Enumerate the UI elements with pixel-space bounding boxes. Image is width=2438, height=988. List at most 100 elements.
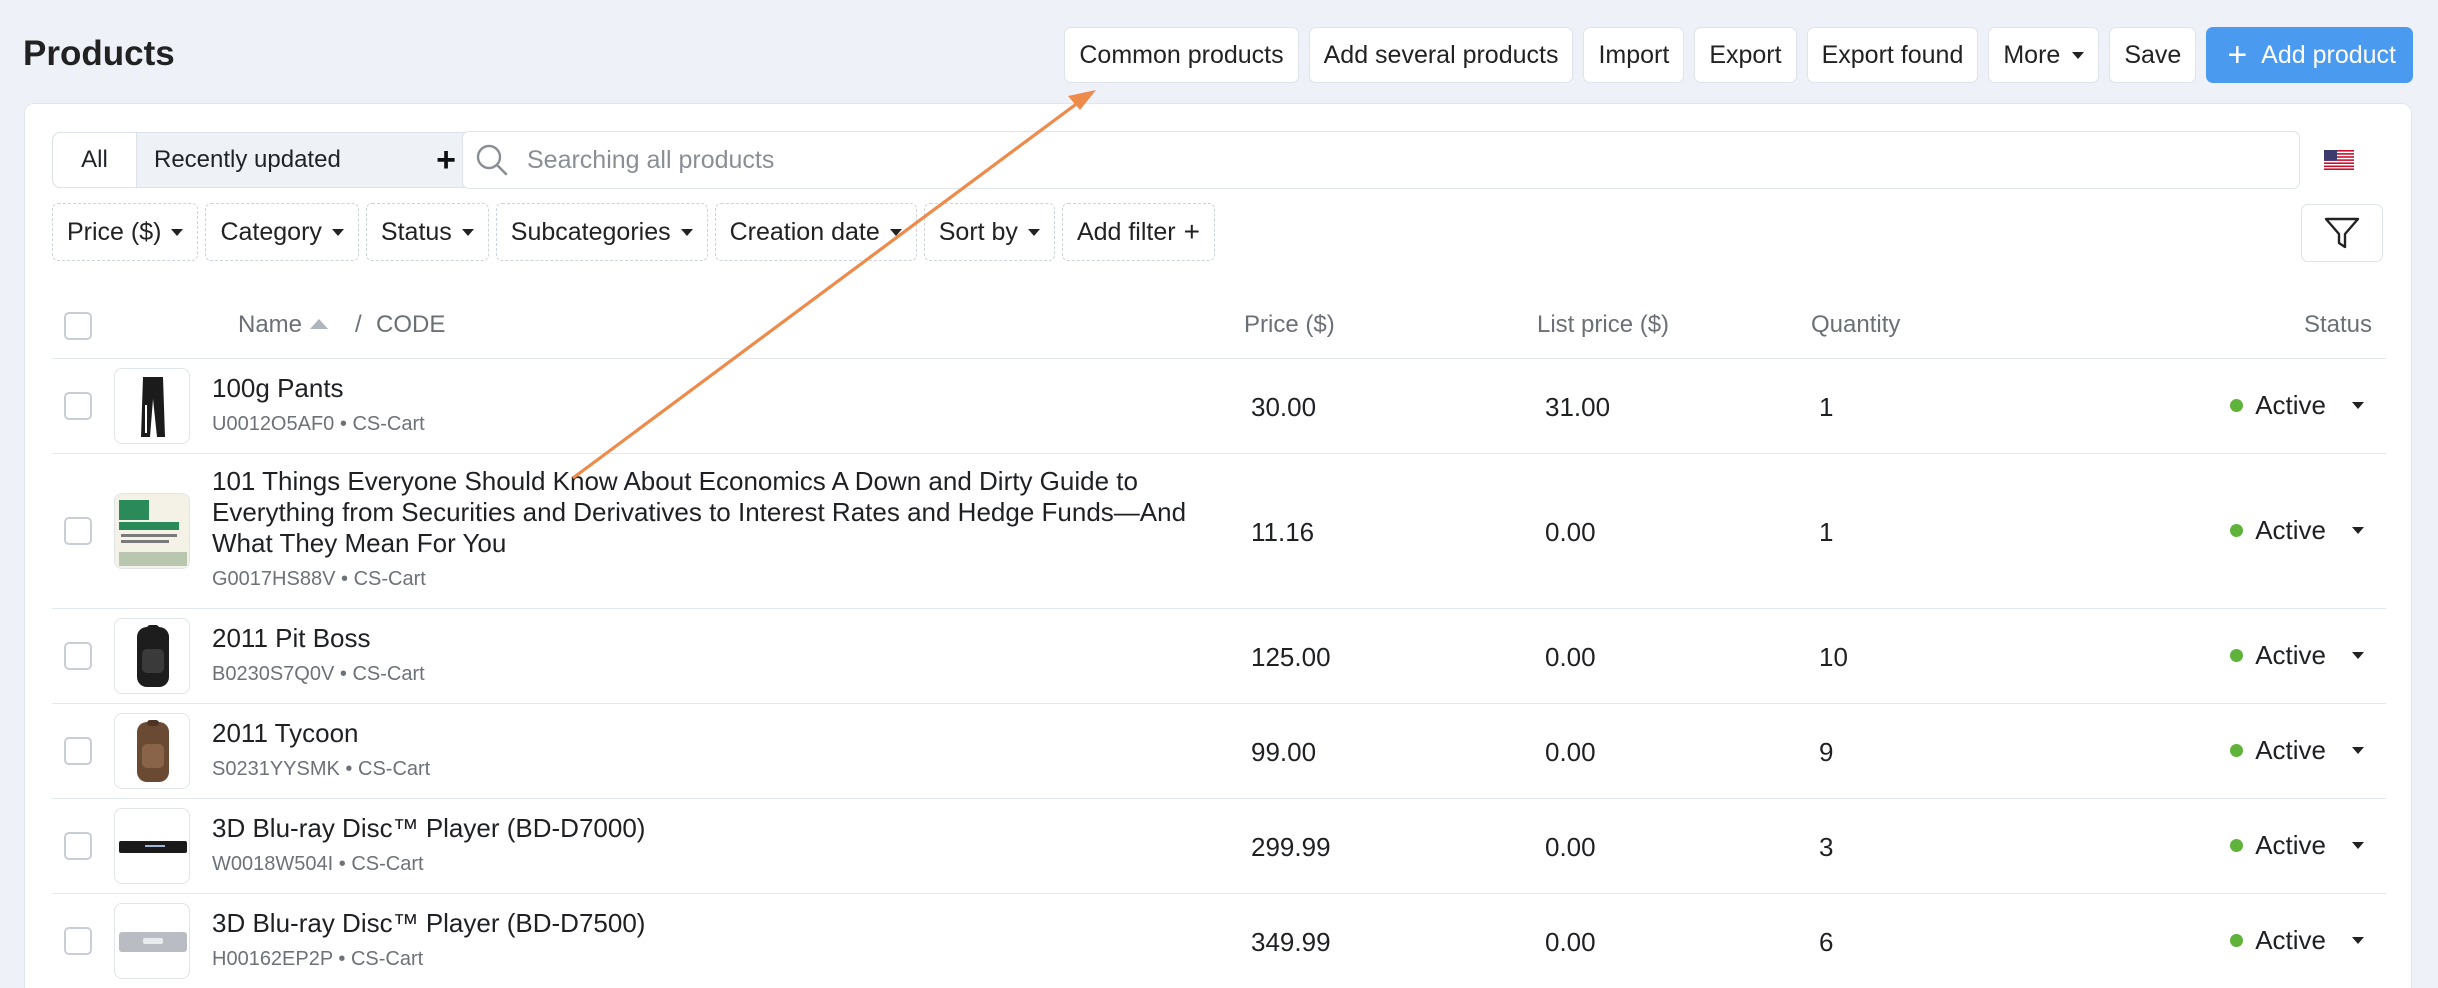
header-slash: / (355, 311, 362, 338)
sort-ascending-icon (310, 318, 329, 329)
product-list-price[interactable]: 0.00 (1545, 927, 1596, 958)
status-dropdown[interactable]: Active (2230, 735, 2364, 766)
caret-down-icon (2352, 937, 2364, 944)
code-column-header[interactable]: CODE (376, 311, 445, 339)
filter-status[interactable]: Status (365, 203, 489, 261)
filter-creation-date[interactable]: Creation date (714, 203, 917, 261)
more-dropdown-button[interactable]: More (1988, 27, 2100, 83)
page-title: Products (23, 34, 175, 73)
meta-separator: • (345, 758, 353, 780)
product-price[interactable]: 125.00 (1251, 642, 1331, 673)
product-thumbnail[interactable] (114, 618, 190, 694)
caret-down-icon (889, 228, 902, 236)
search-input[interactable] (527, 145, 2227, 175)
backpack-image (137, 625, 169, 687)
caret-down-icon (331, 228, 344, 236)
filter-category[interactable]: Category (205, 203, 359, 261)
product-quantity[interactable]: 1 (1819, 517, 1833, 548)
product-name[interactable]: 3D Blu-ray Disc™ Player (BD-D7000) (212, 813, 1212, 844)
product-vendor: CS-Cart (350, 948, 424, 970)
product-name[interactable]: 2011 Tycoon (212, 718, 1212, 749)
product-list-price[interactable]: 31.00 (1545, 392, 1610, 423)
product-name[interactable]: 101 Things Everyone Should Know About Ec… (212, 466, 1212, 559)
row-checkbox[interactable] (64, 517, 92, 545)
filter-sort-by[interactable]: Sort by (923, 203, 1055, 261)
status-dropdown[interactable]: Active (2230, 830, 2364, 861)
us-flag-icon[interactable] (2324, 150, 2354, 170)
table-row[interactable]: 2011 Tycoon S0231YYSMK • CS-Cart 99.00 0… (52, 704, 2386, 799)
status-label: Active (2255, 830, 2326, 860)
table-row[interactable]: 3D Blu-ray Disc™ Player (BD-D7000) W0018… (52, 799, 2386, 894)
meta-separator: • (339, 413, 347, 435)
tab-recently-updated[interactable]: Recently updated (137, 146, 421, 174)
name-column-header[interactable]: Name (238, 311, 329, 339)
table-row[interactable]: 3D Blu-ray Disc™ Player (BD-D7500) H0016… (52, 894, 2386, 988)
product-quantity[interactable]: 6 (1819, 927, 1833, 958)
product-price[interactable]: 30.00 (1251, 392, 1316, 423)
search-box (462, 131, 2300, 189)
table-row[interactable]: 101 Things Everyone Should Know About Ec… (52, 454, 2386, 609)
product-price[interactable]: 299.99 (1251, 832, 1331, 863)
caret-down-icon (461, 228, 474, 236)
row-checkbox[interactable] (64, 642, 92, 670)
caret-down-icon (2352, 527, 2364, 534)
product-thumbnail[interactable] (114, 713, 190, 789)
product-code: W0018W504I (212, 853, 334, 875)
product-thumbnail[interactable] (114, 368, 190, 444)
filter-subcategories[interactable]: Subcategories (495, 203, 708, 261)
row-checkbox[interactable] (64, 392, 92, 420)
status-dropdown[interactable]: Active (2230, 640, 2364, 671)
list-price-column-header[interactable]: List price ($) (1537, 311, 1669, 339)
status-column-header[interactable]: Status (2304, 311, 2372, 339)
product-list-price[interactable]: 0.00 (1545, 642, 1596, 673)
row-checkbox[interactable] (64, 832, 92, 860)
status-dropdown[interactable]: Active (2230, 925, 2364, 956)
filter-price[interactable]: Price ($) (52, 203, 199, 261)
add-several-products-button[interactable]: Add several products (1308, 27, 1574, 83)
product-thumbnail[interactable] (114, 903, 190, 979)
table-row[interactable]: 100g Pants U0012O5AF0 • CS-Cart 30.00 31… (52, 359, 2386, 454)
product-name[interactable]: 3D Blu-ray Disc™ Player (BD-D7500) (212, 908, 1212, 939)
status-dropdown[interactable]: Active (2230, 515, 2364, 546)
status-dropdown[interactable]: Active (2230, 390, 2364, 421)
product-quantity[interactable]: 9 (1819, 737, 1833, 768)
product-list-price[interactable]: 0.00 (1545, 737, 1596, 768)
filter-status-label: Status (380, 217, 452, 246)
product-list-price[interactable]: 0.00 (1545, 517, 1596, 548)
advanced-filter-button[interactable] (2301, 204, 2383, 262)
product-thumbnail[interactable] (114, 808, 190, 884)
product-name[interactable]: 100g Pants (212, 373, 1212, 404)
caret-down-icon (680, 228, 693, 236)
row-checkbox[interactable] (64, 737, 92, 765)
plus-icon: + (2227, 36, 2248, 74)
export-button[interactable]: Export (1694, 27, 1797, 83)
product-meta: W0018W504I • CS-Cart (212, 853, 424, 876)
common-products-button[interactable]: Common products (1064, 27, 1299, 83)
select-all-checkbox[interactable] (64, 312, 92, 340)
price-column-header[interactable]: Price ($) (1244, 311, 1335, 339)
product-list-price[interactable]: 0.00 (1545, 832, 1596, 863)
tab-all[interactable]: All (53, 133, 137, 187)
product-meta: B0230S7Q0V • CS-Cart (212, 663, 425, 686)
meta-separator: • (338, 948, 346, 970)
product-quantity[interactable]: 1 (1819, 392, 1833, 423)
product-price[interactable]: 99.00 (1251, 737, 1316, 768)
save-button[interactable]: Save (2109, 27, 2197, 83)
product-quantity[interactable]: 3 (1819, 832, 1833, 863)
row-checkbox[interactable] (64, 927, 92, 955)
status-label: Active (2255, 390, 2326, 420)
filter-subcategories-label: Subcategories (510, 217, 671, 246)
product-price[interactable]: 349.99 (1251, 927, 1331, 958)
product-thumbnail[interactable] (114, 493, 190, 569)
product-name[interactable]: 2011 Pit Boss (212, 623, 1212, 654)
product-price[interactable]: 11.16 (1251, 517, 1314, 548)
status-label: Active (2255, 735, 2326, 765)
status-label: Active (2255, 925, 2326, 955)
add-product-button[interactable]: + Add product (2206, 27, 2413, 83)
import-button[interactable]: Import (1583, 27, 1685, 83)
export-found-button[interactable]: Export found (1806, 27, 1979, 83)
add-filter-button[interactable]: Add filter + (1061, 203, 1215, 261)
quantity-column-header[interactable]: Quantity (1811, 311, 1900, 339)
table-row[interactable]: 2011 Pit Boss B0230S7Q0V • CS-Cart 125.0… (52, 609, 2386, 704)
product-quantity[interactable]: 10 (1819, 642, 1848, 673)
